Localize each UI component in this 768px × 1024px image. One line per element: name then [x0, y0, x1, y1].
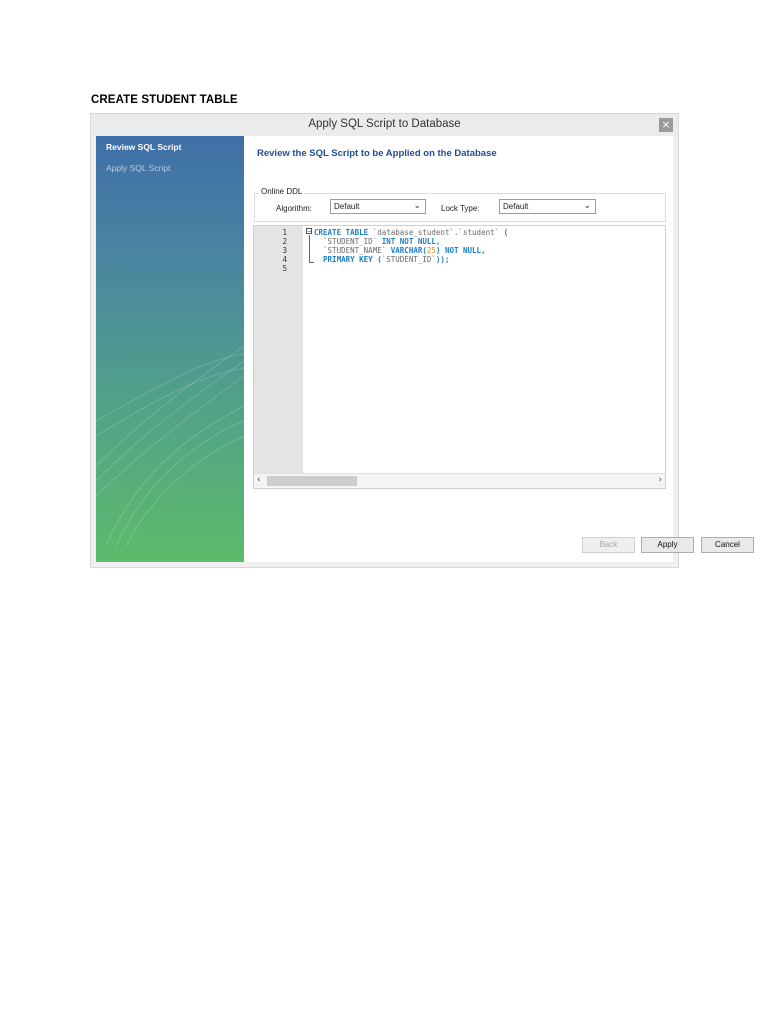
document-heading: CREATE STUDENT TABLE: [91, 94, 238, 106]
fold-guide: [309, 235, 310, 263]
code-line: CREATE TABLE `database_student`.`student…: [314, 228, 508, 237]
lock-type-value: Default: [503, 202, 529, 211]
code-keyword: PRIMARY KEY: [314, 255, 378, 264]
code-line: PRIMARY KEY (`STUDENT_ID`));: [314, 255, 449, 264]
title-bar: Apply SQL Script to Database ×: [91, 114, 678, 136]
line-number: 1: [282, 228, 287, 237]
code-punct: (: [503, 228, 509, 237]
cancel-button[interactable]: Cancel: [701, 537, 754, 553]
code-keyword: VARCHAR(: [390, 246, 427, 255]
code-keyword: ) NOT NULL: [435, 246, 482, 255]
lock-type-label: Lock Type:: [441, 204, 480, 213]
algorithm-select[interactable]: Default ⌄: [330, 199, 426, 214]
line-number: 5: [282, 264, 287, 273]
line-number: 4: [282, 255, 287, 264]
line-number-gutter: 1 2 3 4 5: [254, 226, 302, 473]
code-keyword: INT NOT NULL: [381, 237, 436, 246]
line-number: 3: [282, 246, 287, 255]
page-title: Review the SQL Script to be Applied on t…: [257, 148, 497, 159]
code-keyword: CREATE TABLE: [314, 228, 369, 237]
chevron-right-icon[interactable]: ›: [658, 475, 662, 485]
scrollbar-thumb[interactable]: [267, 476, 357, 486]
step-apply-sql-script[interactable]: Apply SQL Script: [106, 163, 170, 173]
code-line: `STUDENT_NAME` VARCHAR(25) NOT NULL,: [314, 246, 486, 255]
code-line: `STUDENT_ID` INT NOT NULL,: [314, 237, 440, 246]
code-identifier: `database_student`.`student`: [368, 228, 504, 237]
chevron-down-icon: ⌄: [583, 200, 591, 210]
wizard-sidebar: Review SQL Script Apply SQL Script: [96, 136, 244, 562]
code-identifier: `STUDENT_NAME`: [314, 246, 391, 255]
apply-sql-dialog: Apply SQL Script to Database × Review SQ…: [90, 113, 754, 568]
horizontal-scrollbar[interactable]: ‹ ›: [254, 473, 665, 488]
code-identifier: `STUDENT_ID`: [381, 255, 436, 264]
apply-button[interactable]: Apply: [641, 537, 694, 553]
code-number: 25: [426, 246, 436, 255]
close-icon[interactable]: ×: [659, 118, 673, 132]
algorithm-label: Algorithm:: [276, 204, 313, 213]
chevron-down-icon: ⌄: [413, 200, 421, 210]
code-identifier: `STUDENT_ID`: [314, 237, 382, 246]
collapse-icon[interactable]: −: [306, 228, 312, 235]
code-punct: ,: [481, 246, 486, 255]
wizard-content: Review the SQL Script to be Applied on t…: [244, 136, 754, 562]
back-button[interactable]: Back: [582, 537, 635, 553]
lock-type-select[interactable]: Default ⌄: [499, 199, 596, 214]
code-punct: ,: [435, 237, 441, 246]
step-review-sql-script[interactable]: Review SQL Script: [106, 142, 181, 152]
line-number: 2: [282, 237, 287, 246]
code-punct: ));: [435, 255, 450, 264]
chevron-left-icon[interactable]: ‹: [257, 475, 261, 485]
online-ddl-group: Online DDL Algorithm: Default ⌄ Lock Typ…: [254, 187, 666, 222]
sidebar-decoration: [96, 345, 244, 547]
online-ddl-legend: Online DDL: [259, 187, 305, 196]
window-title: Apply SQL Script to Database: [308, 118, 461, 130]
sql-editor[interactable]: 1 2 3 4 5 − CREATE TABLE `database_stude…: [253, 225, 666, 489]
algorithm-value: Default: [334, 202, 360, 211]
